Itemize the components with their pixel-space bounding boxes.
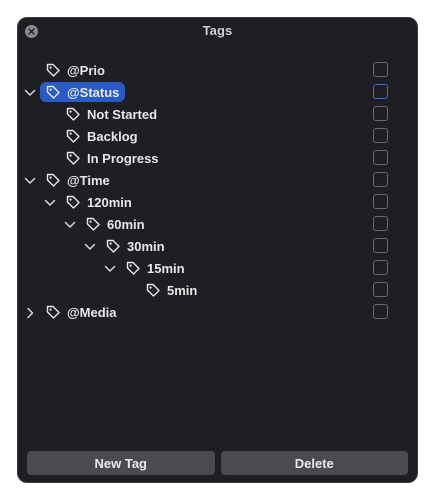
tag-icon [126,261,140,275]
tag-checkbox[interactable] [373,84,388,99]
tag-label: 30min [127,238,165,254]
tag-item[interactable]: 120min [60,192,138,212]
chevron-right-icon[interactable] [24,306,36,319]
tag-item[interactable]: @Status [40,82,126,102]
tag-label: In Progress [87,150,159,166]
tag-label: Not Started [87,106,158,122]
tag-checkbox[interactable] [373,260,388,275]
tree-row[interactable]: Backlog [18,125,417,147]
tag-item[interactable]: @Media [40,302,123,322]
chevron-down-icon[interactable] [84,240,96,252]
tag-label: @Status [67,84,120,100]
tag-icon [46,305,60,319]
tag-label: Backlog [87,128,138,144]
tag-icon [66,129,80,143]
tag-icon [46,173,60,187]
tag-checkbox[interactable] [373,128,388,143]
tag-label: 120min [87,194,132,210]
tree-row[interactable]: Not Started [18,103,417,125]
tag-icon [66,107,80,121]
tag-icon [86,217,100,231]
footer-buttons: New Tag Delete [27,451,408,475]
tag-icon [106,239,120,253]
tag-icon [46,63,60,77]
tag-item[interactable]: @Time [40,170,116,190]
tag-checkbox[interactable] [373,304,388,319]
tag-checkbox[interactable] [373,238,388,253]
tag-item[interactable]: @Prio [40,60,111,80]
tag-checkbox[interactable] [373,282,388,297]
tag-checkbox[interactable] [373,172,388,187]
tag-item[interactable]: 15min [120,258,191,278]
tree-row[interactable]: @Media [18,301,417,323]
tag-label: @Media [67,304,117,320]
tag-item[interactable]: Not Started [60,104,163,124]
tag-item[interactable]: Backlog [60,126,144,146]
tag-checkbox[interactable] [373,150,388,165]
tags-window: Tags @Prio @Status Not Started Backlog In Pr… [17,17,418,483]
tree-row[interactable]: In Progress [18,147,417,169]
tag-icon [46,85,60,99]
chevron-down-icon[interactable] [44,196,56,208]
chevron-down-icon[interactable] [104,262,116,274]
tree-row[interactable]: @Time [18,169,417,191]
tag-label: 5min [167,282,198,298]
tree-row[interactable]: 120min [18,191,417,213]
tag-item[interactable]: 30min [100,236,171,256]
tag-label: 60min [107,216,145,232]
tag-item[interactable]: 5min [140,280,203,300]
window-title: Tags [202,23,233,38]
tree-row[interactable]: @Prio [18,59,417,81]
tag-icon [66,195,80,209]
delete-button[interactable]: Delete [220,451,408,475]
tag-label: 15min [147,260,185,276]
tree-row[interactable]: 5min [18,279,417,301]
tag-checkbox[interactable] [373,106,388,121]
tag-item[interactable]: In Progress [60,148,165,168]
tag-icon [66,151,80,165]
chevron-down-icon[interactable] [24,174,36,186]
tree-row[interactable]: 60min [18,213,417,235]
tag-checkbox[interactable] [373,216,388,231]
chevron-down-icon[interactable] [64,218,76,230]
tag-checkbox[interactable] [373,62,388,77]
new-tag-button[interactable]: New Tag [27,451,215,475]
tag-checkbox[interactable] [373,194,388,209]
chevron-down-icon[interactable] [24,86,36,98]
tag-icon [146,283,160,297]
tag-item[interactable]: 60min [80,214,151,234]
tag-label: @Prio [67,62,105,78]
tree-row[interactable]: 15min [18,257,417,279]
tree-row[interactable]: 30min [18,235,417,257]
tag-label: @Time [67,172,110,188]
tree-row[interactable]: @Status [18,81,417,103]
tag-tree: @Prio @Status Not Started Backlog In Progres… [18,59,417,323]
title-bar: Tags [18,18,417,46]
